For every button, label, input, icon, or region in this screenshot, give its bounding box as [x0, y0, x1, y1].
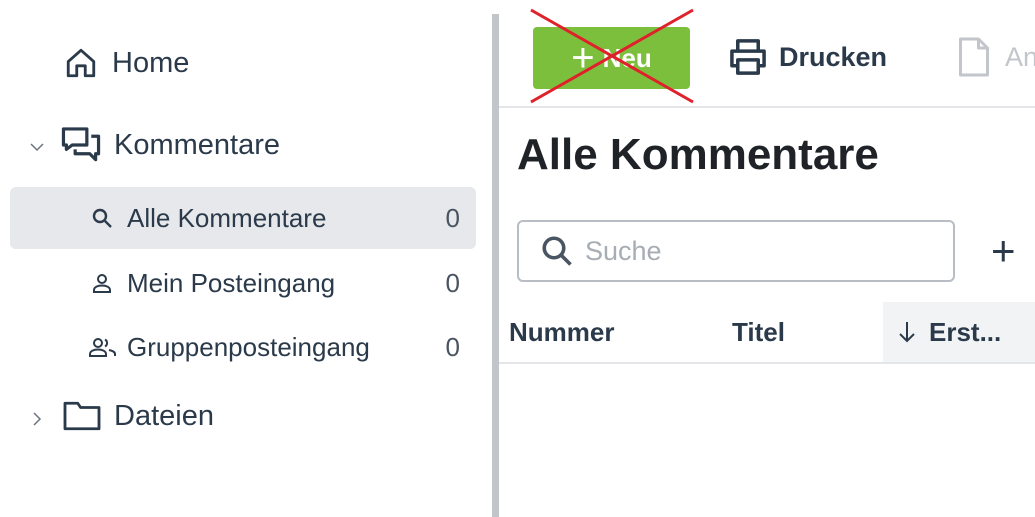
column-header-titel[interactable]: Titel	[732, 302, 785, 362]
document-icon	[957, 36, 1005, 78]
chevron-down-icon[interactable]	[27, 137, 47, 157]
search-input[interactable]	[583, 234, 927, 268]
count-badge: 0	[445, 267, 460, 298]
chevron-right-icon[interactable]	[27, 409, 47, 429]
user-icon	[90, 271, 114, 295]
new-button[interactable]: + Neu	[533, 27, 690, 89]
sidebar-item-label: Gruppenposteingang	[127, 331, 370, 362]
sidebar-item-dateien[interactable]: Dateien	[62, 399, 214, 433]
count-badge: 0	[445, 331, 460, 362]
sort-desc-icon	[897, 320, 917, 344]
search-icon	[90, 206, 114, 230]
document-button[interactable]: An	[957, 34, 1035, 80]
count-badge: 0	[445, 202, 460, 233]
search-icon	[519, 233, 583, 269]
sidebar-item-label: Mein Posteingang	[127, 267, 336, 298]
sidebar-item-mein-posteingang[interactable]: Mein Posteingang 0	[10, 252, 476, 314]
sidebar-item-label: Kommentare	[114, 128, 281, 161]
resize-handle[interactable]	[492, 14, 499, 517]
main-content: + Neu Drucken An Alle Kommentare Suche +…	[499, 0, 1035, 517]
document-button-label: An	[1005, 41, 1035, 72]
sidebar-item-home[interactable]: Home	[64, 46, 189, 80]
column-header-label: Erst...	[929, 316, 1002, 347]
sidebar-item-label: Alle Kommentare	[127, 202, 327, 233]
search-box[interactable]	[517, 220, 955, 282]
column-header-erstellt[interactable]: Erst...	[883, 302, 1035, 362]
comments-icon	[60, 126, 102, 164]
sidebar-item-label: Home	[112, 46, 190, 79]
folder-icon	[62, 399, 102, 433]
sidebar-item-gruppenposteingang[interactable]: Gruppenposteingang 0	[10, 316, 476, 378]
new-button-label: Neu	[602, 42, 652, 73]
toolbar: + Neu Drucken An	[499, 0, 1035, 108]
sidebar-item-label: Dateien	[114, 399, 214, 432]
sidebar-item-alle-kommentare[interactable]: Alle Kommentare 0	[10, 187, 476, 249]
printer-icon	[727, 38, 779, 76]
table-header: Nummer Titel Erst...	[499, 302, 1035, 364]
sidebar: Home Kommentare Alle Kommentare 0 Mein P…	[0, 0, 492, 517]
home-icon	[64, 46, 98, 80]
users-icon	[88, 335, 118, 359]
page-title: Alle Kommentare	[517, 130, 879, 179]
add-button[interactable]: +	[991, 226, 1035, 276]
print-button[interactable]: Drucken	[727, 34, 887, 80]
plus-icon: +	[571, 36, 595, 80]
column-header-nummer[interactable]: Nummer	[509, 302, 614, 362]
sidebar-item-kommentare[interactable]: Kommentare	[60, 126, 280, 164]
print-button-label: Drucken	[779, 41, 888, 72]
